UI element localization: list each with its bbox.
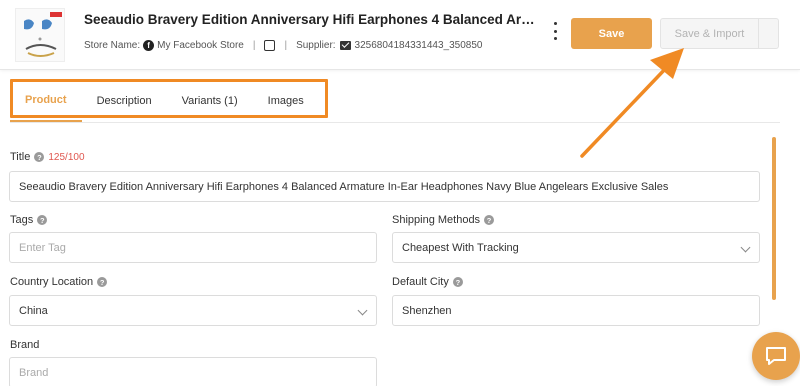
scrollbar-thumb[interactable] [772,137,776,300]
help-icon[interactable]: ? [484,215,495,225]
divider: | [252,39,256,51]
product-tabs: Product Description Variants (1) Images [10,80,319,122]
brand-input[interactable]: Brand [9,357,377,386]
shipping-label-row: Shipping Methods ? [392,214,495,226]
product-header: Seeaudio Bravery Edition Anniversary Hif… [0,0,800,70]
note-icon[interactable] [264,39,276,51]
save-button[interactable]: Save [571,18,652,49]
help-icon[interactable]: ? [37,215,48,225]
product-thumbnail [15,8,65,62]
shipping-label: Shipping Methods [392,214,481,226]
store-label: Store Name: [84,39,141,51]
tabs-divider [10,122,780,123]
facebook-icon: f [143,39,155,51]
tags-label: Tags [10,214,34,226]
chevron-down-icon [357,305,368,316]
divider: | [284,39,288,51]
chat-button[interactable] [752,332,800,380]
tab-product[interactable]: Product [10,80,82,122]
store-name: My Facebook Store [157,39,244,51]
save-import-dropdown[interactable] [759,19,778,48]
country-select[interactable]: China [9,295,377,326]
shipping-method-value: Cheapest With Tracking [402,241,519,254]
brand-label: Brand [10,339,40,351]
tab-variants[interactable]: Variants (1) [167,80,253,122]
chevron-down-icon [740,242,751,253]
title-label-row: Title ? 125/100 [10,151,85,163]
country-label: Country Location [10,276,94,288]
supplier-id[interactable]: 3256804184331443_350850 [355,40,483,51]
title-label: Title [10,151,31,163]
tags-label-row: Tags ? [10,214,48,226]
title-char-count: 125/100 [48,151,85,163]
country-label-row: Country Location ? [10,276,108,288]
title-input[interactable]: Seeaudio Bravery Edition Anniversary Hif… [9,171,760,202]
city-label: Default City [392,276,449,288]
brand-label-row: Brand [10,339,39,351]
tab-description[interactable]: Description [82,80,167,122]
city-label-row: Default City ? [392,276,463,288]
help-icon[interactable]: ? [97,277,108,287]
shipping-method-select[interactable]: Cheapest With Tracking [392,232,760,263]
help-icon[interactable]: ? [452,277,463,287]
tab-images[interactable]: Images [253,80,319,122]
supplier-label: Supplier: [296,39,336,51]
save-import-group: Save & Import [660,18,779,49]
product-meta: Store Name: f My Facebook Store | | Supp… [84,38,482,52]
country-value: China [19,304,48,317]
city-input[interactable]: Shenzhen [392,295,760,326]
help-icon[interactable]: ? [34,152,45,162]
save-import-button[interactable]: Save & Import [661,19,759,48]
more-options-icon[interactable] [550,22,560,40]
product-title: Seeaudio Bravery Edition Anniversary Hif… [84,12,544,27]
mail-icon [339,40,351,50]
tags-input[interactable]: Enter Tag [9,232,377,263]
chat-icon [766,347,786,365]
